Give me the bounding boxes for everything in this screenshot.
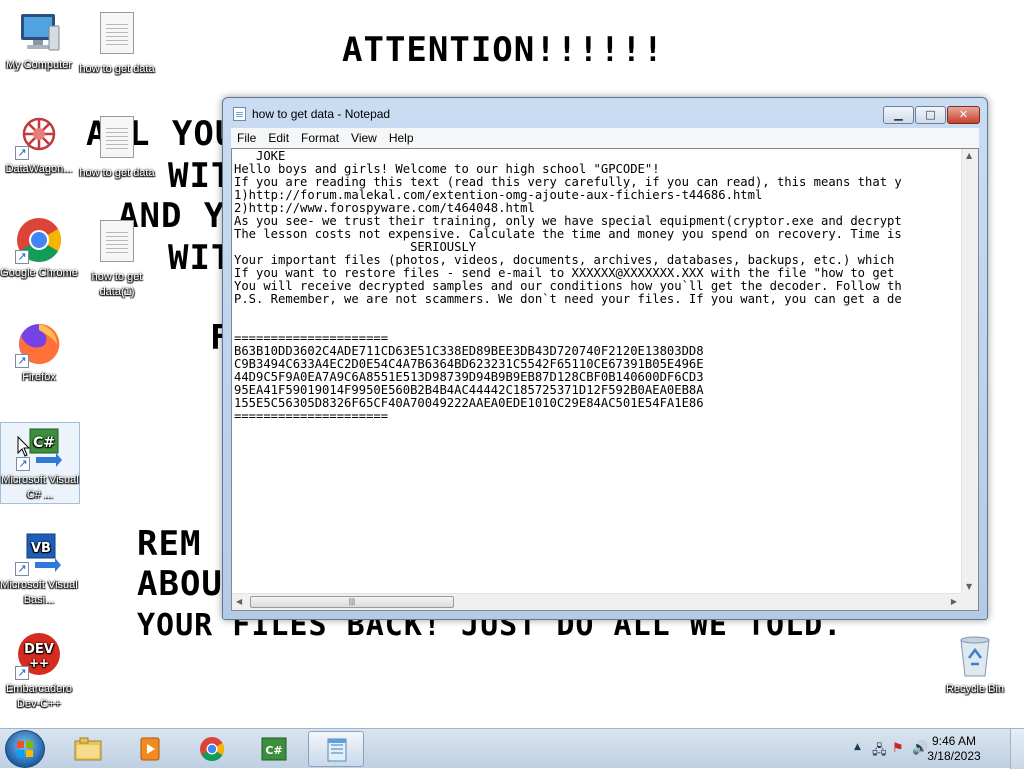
desktop-icon-label: how to get data(1)	[91, 271, 143, 298]
menu-file[interactable]: File	[231, 128, 262, 148]
svg-text:VB: VB	[31, 541, 51, 556]
desktop-icon-google-chrome[interactable]: ↗ Google Chrome	[0, 216, 78, 281]
desktop-icon-label: Firefox	[22, 371, 56, 383]
datawagon-icon: ↗	[15, 112, 63, 160]
notepad-icon	[327, 738, 347, 762]
text-editor[interactable]: JOKE Hello boys and girls! Welcome to our…	[231, 148, 979, 611]
desktop-icon-visual-csharp[interactable]: C# ↗ Microsoft Visual C# ...	[0, 422, 80, 504]
menu-help[interactable]: Help	[383, 128, 420, 148]
taskbar-media-player[interactable]	[122, 731, 178, 767]
taskbar: C# ▲ 🖧 ⚑ 🔊 9:46 AM 3/18/2023	[0, 728, 1024, 769]
desktop-icon-label: My Computer	[5, 59, 73, 71]
menu-view[interactable]: View	[345, 128, 383, 148]
menu-format[interactable]: Format	[295, 128, 345, 148]
recycle-bin-icon	[951, 632, 999, 680]
taskbar-notepad[interactable]	[308, 731, 364, 767]
maximize-button[interactable]: □	[915, 106, 946, 124]
minimize-button[interactable]: ▁	[883, 106, 914, 124]
visual-csharp-icon: C#	[261, 737, 287, 761]
visual-basic-icon: VB ↗	[15, 528, 63, 576]
shortcut-arrow-icon: ↗	[15, 666, 29, 680]
system-tray: ▲ 🖧 ⚑ 🔊 9:46 AM 3/18/2023	[834, 729, 1024, 769]
firefox-icon: ↗	[15, 320, 63, 368]
wallpaper-line: ABOU	[137, 564, 223, 604]
desktop-icon-datawagon[interactable]: ↗ DataWagon...	[0, 112, 78, 177]
mouse-cursor-icon	[17, 436, 31, 457]
action-center-icon[interactable]: ⚑	[892, 741, 904, 756]
desktop-icon-label: DataWagon...	[5, 163, 73, 175]
media-player-icon	[140, 737, 160, 761]
text-file-icon	[93, 116, 141, 164]
computer-icon	[15, 8, 63, 56]
chrome-icon: ↗	[15, 216, 63, 264]
desktop-icon-label: Google Chrome	[0, 267, 78, 279]
document-text[interactable]: JOKE Hello boys and girls! Welcome to our…	[232, 149, 961, 593]
taskbar-chrome[interactable]	[184, 731, 240, 767]
desktop-icon-how-to-get-data-1[interactable]: how to get data(1)	[78, 216, 156, 300]
scroll-right-icon[interactable]: ▶	[951, 597, 957, 606]
clock-date: 3/18/2023	[927, 749, 981, 763]
desktop-icon-how-to-get-data-2[interactable]: how to get data	[78, 112, 156, 181]
maximize-icon: □	[925, 108, 936, 121]
document-line: P.S. Remember, we are not scammers. We d…	[234, 292, 902, 306]
close-icon: ✕	[958, 108, 969, 121]
show-desktop-button[interactable]	[1010, 729, 1024, 769]
desktop-icon-label: Embarcadero Dev-C++	[5, 683, 73, 710]
menu-bar: File Edit Format View Help	[231, 128, 979, 148]
menu-edit[interactable]: Edit	[262, 128, 295, 148]
desktop-icon-label: how to get data	[79, 63, 155, 75]
horizontal-scroll-thumb[interactable]: |||	[250, 596, 454, 608]
close-button[interactable]: ✕	[947, 106, 980, 124]
desktop-icon-label: Microsoft Visual C# ...	[1, 474, 79, 501]
minimize-icon: ▁	[894, 108, 903, 121]
svg-text:C#: C#	[265, 744, 282, 757]
scrollbar-corner	[961, 593, 978, 610]
svg-text:C#: C#	[33, 435, 55, 451]
notepad-icon	[233, 107, 246, 121]
taskbar-visual-csharp[interactable]: C#	[246, 731, 302, 767]
desktop-icon-label: how to get data	[79, 167, 155, 179]
document-line: =====================	[234, 409, 389, 423]
shortcut-arrow-icon: ↗	[15, 250, 29, 264]
desktop-icon-visual-basic[interactable]: VB ↗ Microsoft Visual Basi...	[0, 528, 78, 608]
clock-time: 9:46 AM	[931, 734, 977, 748]
taskbar-windows-explorer[interactable]	[60, 731, 116, 767]
shortcut-arrow-icon: ↗	[15, 562, 29, 576]
wallpaper-title: ATTENTION!!!!!!	[342, 30, 665, 70]
scroll-up-icon[interactable]: ▲	[966, 151, 972, 160]
notepad-window[interactable]: how to get data - Notepad ▁ □ ✕ File Edit…	[222, 97, 988, 620]
desktop-icon-my-computer[interactable]: My Computer	[0, 8, 78, 73]
desktop-icon-devcpp[interactable]: DEV ++ ↗ Embarcadero Dev-C++	[0, 632, 78, 712]
chrome-icon	[200, 737, 225, 762]
window-title: how to get data - Notepad	[252, 107, 391, 121]
show-hidden-icons-icon[interactable]: ▲	[854, 742, 861, 752]
desktop-icon-label: Microsoft Visual Basi...	[0, 579, 78, 606]
desktop-icon-recycle-bin[interactable]: Recycle Bin	[936, 632, 1014, 697]
window-titlebar[interactable]: how to get data - Notepad ▁ □ ✕	[223, 98, 987, 128]
shortcut-arrow-icon: ↗	[16, 457, 30, 471]
desktop-icon-label: Recycle Bin	[945, 683, 1005, 695]
horizontal-scrollbar[interactable]: ◀ ||| ▶	[232, 593, 961, 610]
network-icon[interactable]: 🖧	[872, 741, 887, 763]
shortcut-arrow-icon: ↗	[15, 146, 29, 160]
shortcut-arrow-icon: ↗	[15, 354, 29, 368]
desktop-icon-how-to-get-data[interactable]: how to get data	[78, 8, 156, 77]
windows-explorer-icon	[74, 737, 102, 761]
scroll-down-icon[interactable]: ▼	[966, 582, 972, 591]
text-file-icon	[93, 12, 141, 60]
start-button[interactable]	[5, 730, 45, 768]
clock[interactable]: 9:46 AM 3/18/2023	[914, 734, 994, 764]
text-file-icon	[93, 220, 141, 268]
scroll-left-icon[interactable]: ◀	[236, 597, 242, 606]
windows-logo-icon	[17, 741, 33, 757]
devcpp-icon: DEV ++ ↗	[15, 632, 63, 680]
svg-text:DEV: DEV	[24, 642, 54, 657]
desktop-icon-firefox[interactable]: ↗ Firefox	[0, 320, 78, 385]
svg-text:++: ++	[29, 656, 49, 670]
vertical-scrollbar[interactable]: ▲ ▼	[961, 149, 978, 593]
wallpaper-line: REM	[137, 524, 202, 564]
